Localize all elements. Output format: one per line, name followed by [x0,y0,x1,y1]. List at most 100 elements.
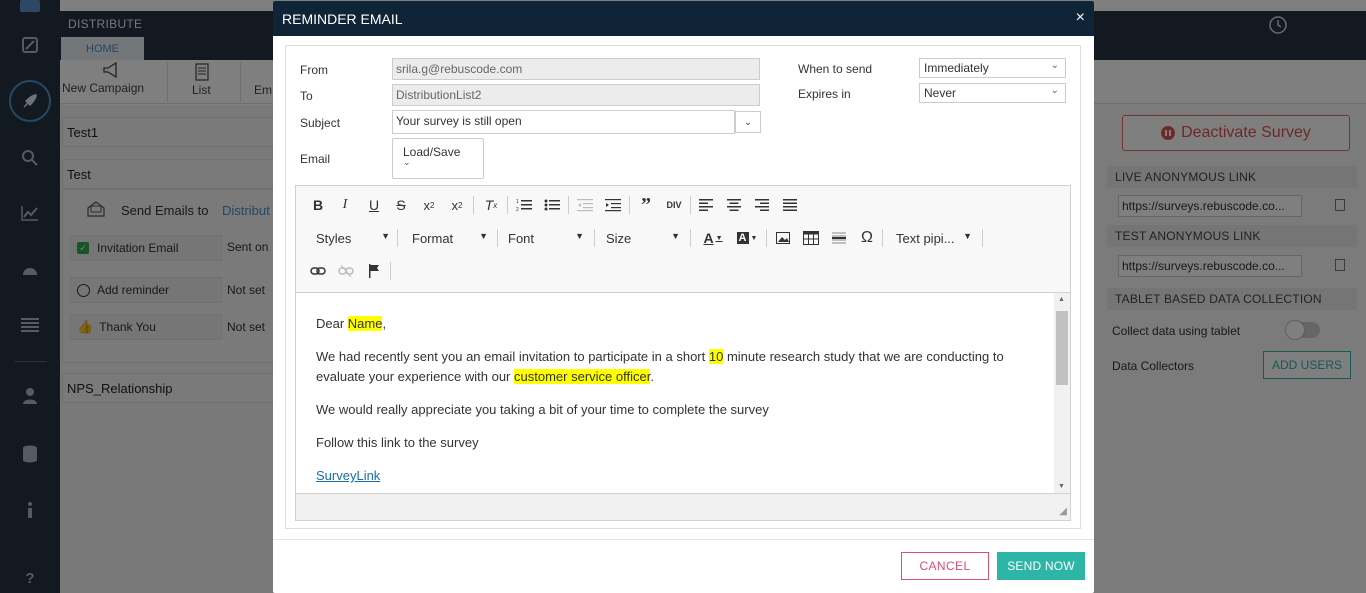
from-label: From [300,63,328,77]
send-now-button[interactable]: SEND NOW [997,552,1085,580]
caret-down-icon: ▼ [671,231,680,241]
toolbar-separator [690,196,691,214]
toolbar-separator [882,229,883,247]
resize-grip-icon[interactable]: ◢ [1059,506,1067,517]
format-label: Format [412,230,454,246]
name-placeholder: Name [347,316,383,331]
text-piping-label: Text pipi... [896,230,955,246]
rich-text-editor: B I U S x2 x2 Tx 12 ” DIV Styles ▼ Forma… [295,185,1071,521]
subject-field[interactable]: Your survey is still open [392,110,735,134]
officer-highlight: customer service officer [514,369,651,384]
bold-icon[interactable]: B [306,194,330,216]
editor-status-bar: ◢ [296,493,1070,520]
strikethrough-icon[interactable]: S [389,194,413,216]
scroll-up-icon[interactable]: ▲ [1058,296,1065,303]
close-icon[interactable]: × [1076,10,1085,26]
editor-content[interactable]: Dear Name, We had recently sent you an e… [296,293,1054,493]
div-container-icon[interactable]: DIV [662,194,686,216]
toolbar-separator [473,196,474,214]
modal-header: REMINDER EMAIL × [273,1,1094,36]
size-label: Size [606,230,632,246]
body-paragraph-2: We would really appreciate you taking a … [316,402,769,417]
caret-down-icon: ▼ [963,231,972,241]
italic-icon[interactable]: I [333,194,357,216]
special-character-icon[interactable]: Ω [855,227,879,249]
cancel-button[interactable]: CANCEL [901,552,989,580]
toolbar-separator [397,229,398,247]
modal-body: From srila.g@rebuscode.com To Distributi… [285,45,1081,529]
toolbar-separator [507,196,508,214]
scroll-down-icon[interactable]: ▼ [1058,483,1065,490]
outdent-icon[interactable] [573,194,597,216]
expires-in-label: Expires in [798,87,851,101]
load-save-dropdown[interactable]: Load/Save ⌄ [392,138,484,179]
text-color-icon[interactable]: A ▼ [698,227,728,249]
format-dropdown[interactable]: Format ▼ [404,227,492,249]
chevron-down-icon: ⌄ [1050,85,1059,96]
horizontal-line-icon[interactable] [827,227,851,249]
when-to-send-label: When to send [798,62,873,76]
subject-label: Subject [300,116,341,130]
modal-footer: CANCEL SEND NOW [273,539,1094,593]
editor-scrollbar[interactable]: ▲ ▼ [1054,293,1070,493]
font-dropdown[interactable]: Font ▼ [500,227,588,249]
body-paragraph-1: We had recently sent you an email invita… [316,349,1004,384]
expires-in-value: Never [924,86,957,100]
subject-dropdown-button[interactable]: ⌄ [735,111,761,133]
chevron-down-icon: ⌄ [1050,60,1059,71]
anchor-flag-icon[interactable] [362,260,386,282]
email-label: Email [300,152,331,166]
text-piping-dropdown[interactable]: Text pipi... ▼ [888,227,976,249]
caret-down-icon: ▼ [381,231,390,241]
when-to-send-value: Immediately [924,61,989,75]
caret-down-icon: ▼ [479,231,488,241]
app-root: ? DISTRIBUTE HOME New Campaign List Em [0,0,1366,593]
subscript-icon[interactable]: x2 [417,194,441,216]
body-paragraph-3: Follow this link to the survey [316,435,479,450]
toolbar-separator [497,229,498,247]
modal-title: REMINDER EMAIL [282,10,403,27]
align-right-icon[interactable] [750,194,774,216]
background-color-icon[interactable]: A ▼ [732,227,762,249]
toolbar-separator [982,229,983,247]
image-icon[interactable] [771,227,795,249]
scroll-thumb[interactable] [1056,311,1068,385]
align-justify-icon[interactable] [778,194,802,216]
caret-down-icon: ▼ [575,231,584,241]
reminder-email-modal: REMINDER EMAIL × From srila.g@rebuscode.… [273,1,1094,593]
expires-in-select[interactable]: Never ⌄ [919,83,1066,103]
unlink-icon[interactable] [334,260,358,282]
from-field[interactable]: srila.g@rebuscode.com [392,58,760,80]
to-label: To [300,89,313,103]
survey-link[interactable]: SurveyLink [316,468,380,483]
bulleted-list-icon[interactable] [540,194,564,216]
align-left-icon[interactable] [694,194,718,216]
styles-label: Styles [316,230,352,246]
link-icon[interactable] [306,260,330,282]
table-icon[interactable] [799,227,823,249]
font-label: Font [508,230,535,246]
editor-toolbar: B I U S x2 x2 Tx 12 ” DIV Styles ▼ Forma… [296,186,1070,293]
remove-format-icon[interactable]: Tx [479,194,503,216]
toolbar-separator [766,229,767,247]
toolbar-separator [568,196,569,214]
svg-text:1: 1 [516,199,519,205]
size-dropdown[interactable]: Size ▼ [598,227,684,249]
toolbar-separator [594,229,595,247]
indent-icon[interactable] [601,194,625,216]
align-center-icon[interactable] [722,194,746,216]
toolbar-separator [390,262,391,280]
chevron-down-icon: ⌄ [743,116,753,128]
toolbar-separator [629,196,630,214]
styles-dropdown[interactable]: Styles ▼ [308,227,394,249]
underline-icon[interactable]: U [362,194,386,216]
numbered-list-icon[interactable]: 12 [512,194,536,216]
blockquote-icon[interactable]: ” [634,194,658,216]
svg-text:2: 2 [516,207,519,212]
when-to-send-select[interactable]: Immediately ⌄ [919,58,1066,78]
to-field[interactable]: DistributionList2 [392,84,760,106]
greeting-paragraph: Dear Name, [316,316,387,331]
duration-highlight: 10 [708,349,724,364]
toolbar-separator [690,229,691,247]
superscript-icon[interactable]: x2 [445,194,469,216]
